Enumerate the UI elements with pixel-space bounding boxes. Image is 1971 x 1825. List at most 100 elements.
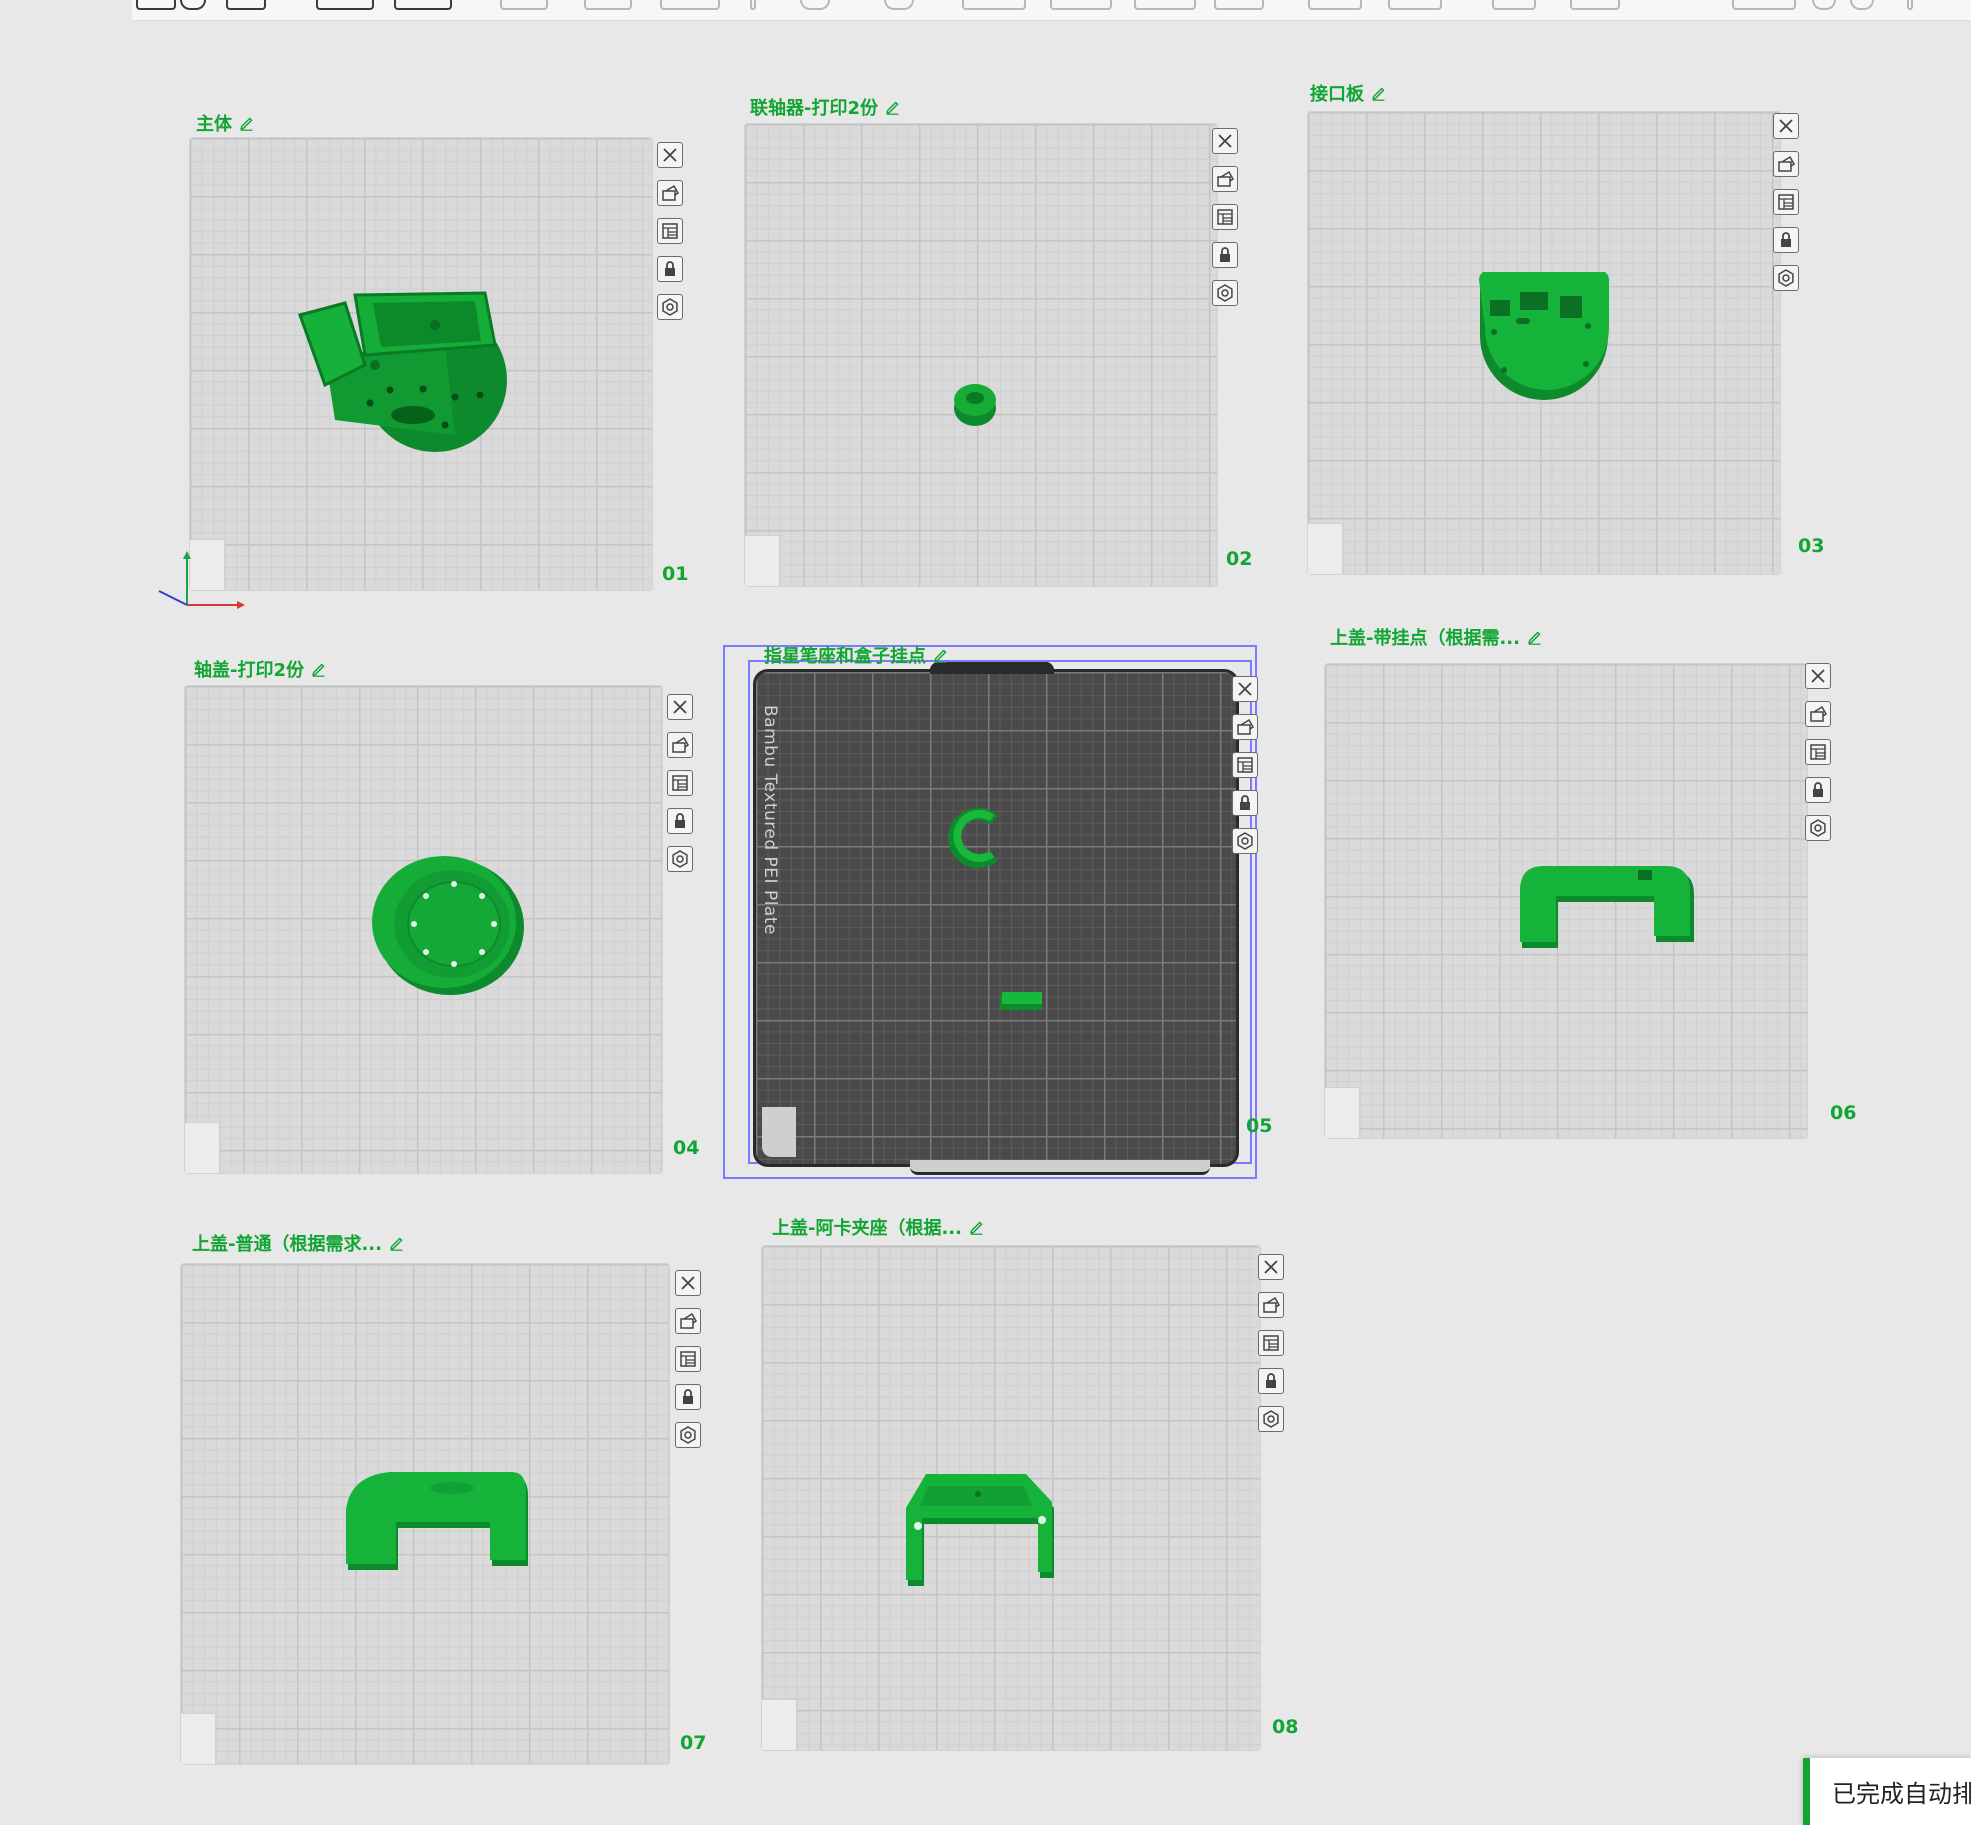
layout-plate-button[interactable]	[675, 1346, 701, 1372]
plate-title[interactable]: 指星笔座和盒子挂点	[764, 642, 950, 668]
arrange-plate-button[interactable]	[1773, 151, 1799, 177]
model-top-cover-plain[interactable]	[342, 1466, 532, 1574]
arrange-plate-button[interactable]	[657, 180, 683, 206]
plate-button-stack	[1232, 676, 1258, 854]
layout-plate-button[interactable]	[1212, 204, 1238, 230]
edit-icon[interactable]	[884, 98, 902, 116]
close-plate-button[interactable]	[657, 142, 683, 168]
toolbar-tool-icon[interactable]	[136, 0, 176, 10]
toolbar-tool-icon[interactable]	[1214, 0, 1264, 10]
close-plate-button[interactable]	[1258, 1254, 1284, 1280]
lock-plate-button[interactable]	[1232, 790, 1258, 816]
toolbar-tool-icon[interactable]	[1050, 0, 1112, 10]
toolbar-tool-icon[interactable]	[962, 0, 1026, 10]
toolbar-tool-icon[interactable]	[500, 0, 548, 10]
layout-plate-button[interactable]	[1232, 752, 1258, 778]
lock-plate-button[interactable]	[1773, 227, 1799, 253]
arrange-plate-button[interactable]	[667, 732, 693, 758]
plate-title[interactable]: 上盖-阿卡夹座（根据...	[772, 1214, 986, 1240]
lock-plate-button[interactable]	[1212, 242, 1238, 268]
model-shaft-cover[interactable]	[370, 852, 526, 997]
edit-icon[interactable]	[1370, 84, 1388, 102]
edit-icon[interactable]	[238, 114, 256, 132]
plate-settings-button[interactable]	[1258, 1406, 1284, 1432]
close-plate-button[interactable]	[1805, 663, 1831, 689]
model-main-body[interactable]	[295, 285, 520, 460]
toolbar-tool-icon[interactable]	[1850, 0, 1874, 10]
plate-02[interactable]	[745, 124, 1217, 586]
toolbar-tool-icon[interactable]	[1134, 0, 1196, 10]
textured-pei-plate-bed[interactable]	[756, 672, 1236, 1164]
edit-icon[interactable]	[1526, 628, 1544, 646]
close-icon	[673, 700, 687, 714]
model-top-cover-hook[interactable]	[1518, 862, 1698, 950]
plate-settings-button[interactable]	[1773, 265, 1799, 291]
toolbar-tool-icon[interactable]	[180, 0, 206, 10]
plate-settings-button[interactable]	[667, 846, 693, 872]
plate-title-text: 上盖-带挂点（根据需...	[1330, 628, 1520, 649]
plate-title[interactable]: 联轴器-打印2份	[750, 94, 902, 120]
lock-plate-button[interactable]	[1258, 1368, 1284, 1394]
arrange-plate-button[interactable]	[675, 1308, 701, 1334]
plate-title[interactable]: 上盖-带挂点（根据需...	[1330, 624, 1544, 650]
lock-plate-button[interactable]	[675, 1384, 701, 1410]
arrange-plate-button[interactable]	[1232, 714, 1258, 740]
lock-plate-button[interactable]	[657, 256, 683, 282]
model-box-hook[interactable]	[1000, 990, 1044, 1012]
close-icon	[1218, 134, 1232, 148]
toolbar-tool-icon[interactable]	[884, 0, 914, 10]
arrange-plate-button[interactable]	[1212, 166, 1238, 192]
arrange-icon	[1237, 719, 1254, 735]
plate-settings-button[interactable]	[1212, 280, 1238, 306]
toolbar-tool-icon[interactable]	[226, 0, 266, 10]
lock-plate-button[interactable]	[1805, 777, 1831, 803]
toolbar-tool-icon[interactable]	[660, 0, 720, 10]
edit-icon[interactable]	[932, 646, 950, 664]
toolbar-tool-icon[interactable]	[1492, 0, 1536, 10]
model-coupler[interactable]	[952, 380, 998, 428]
layout-plate-button[interactable]	[667, 770, 693, 796]
lock-icon	[1239, 795, 1251, 811]
close-plate-button[interactable]	[1212, 128, 1238, 154]
toolbar-tool-icon[interactable]	[1388, 0, 1442, 10]
toolbar-tool-icon[interactable]	[1308, 0, 1362, 10]
lock-plate-button[interactable]	[667, 808, 693, 834]
toolbar-tool-icon[interactable]	[800, 0, 830, 10]
toolbar-tool-icon[interactable]	[394, 0, 452, 10]
close-plate-button[interactable]	[1773, 113, 1799, 139]
model-interface-board[interactable]	[1476, 272, 1612, 404]
close-plate-button[interactable]	[1232, 676, 1258, 702]
plate-button-stack	[657, 142, 683, 320]
plate-title[interactable]: 主体	[196, 110, 256, 136]
settings-icon	[672, 850, 688, 868]
toolbar-tool-icon[interactable]	[1812, 0, 1836, 10]
plate-05[interactable]	[756, 672, 1236, 1164]
plate-number: 06	[1830, 1102, 1857, 1124]
toolbar-tool-icon[interactable]	[584, 0, 632, 10]
arrange-plate-button[interactable]	[1805, 701, 1831, 727]
edit-icon[interactable]	[968, 1218, 986, 1236]
plate-settings-button[interactable]	[657, 294, 683, 320]
close-plate-button[interactable]	[667, 694, 693, 720]
layout-plate-button[interactable]	[657, 218, 683, 244]
toolbar-tool-icon[interactable]	[1732, 0, 1796, 10]
plate-title[interactable]: 上盖-普通（根据需求...	[192, 1230, 406, 1256]
layout-plate-button[interactable]	[1805, 739, 1831, 765]
arrange-plate-button[interactable]	[1258, 1292, 1284, 1318]
layout-plate-button[interactable]	[1258, 1330, 1284, 1356]
toolbar-tool-icon[interactable]	[1570, 0, 1620, 10]
toolbar-tool-icon[interactable]	[316, 0, 374, 10]
close-plate-button[interactable]	[675, 1270, 701, 1296]
layout-plate-button[interactable]	[1773, 189, 1799, 215]
plate-title[interactable]: 接口板	[1310, 80, 1388, 106]
plate-title[interactable]: 轴盖-打印2份	[194, 656, 328, 682]
plate-settings-button[interactable]	[1232, 828, 1258, 854]
plate-settings-button[interactable]	[1805, 815, 1831, 841]
model-top-cover-clamp[interactable]	[898, 1468, 1060, 1588]
plate-bed[interactable]	[745, 124, 1217, 586]
edit-icon[interactable]	[310, 660, 328, 678]
model-pointer-holder[interactable]	[946, 808, 1002, 868]
close-icon	[1238, 682, 1252, 696]
plate-settings-button[interactable]	[675, 1422, 701, 1448]
edit-icon[interactable]	[388, 1234, 406, 1252]
